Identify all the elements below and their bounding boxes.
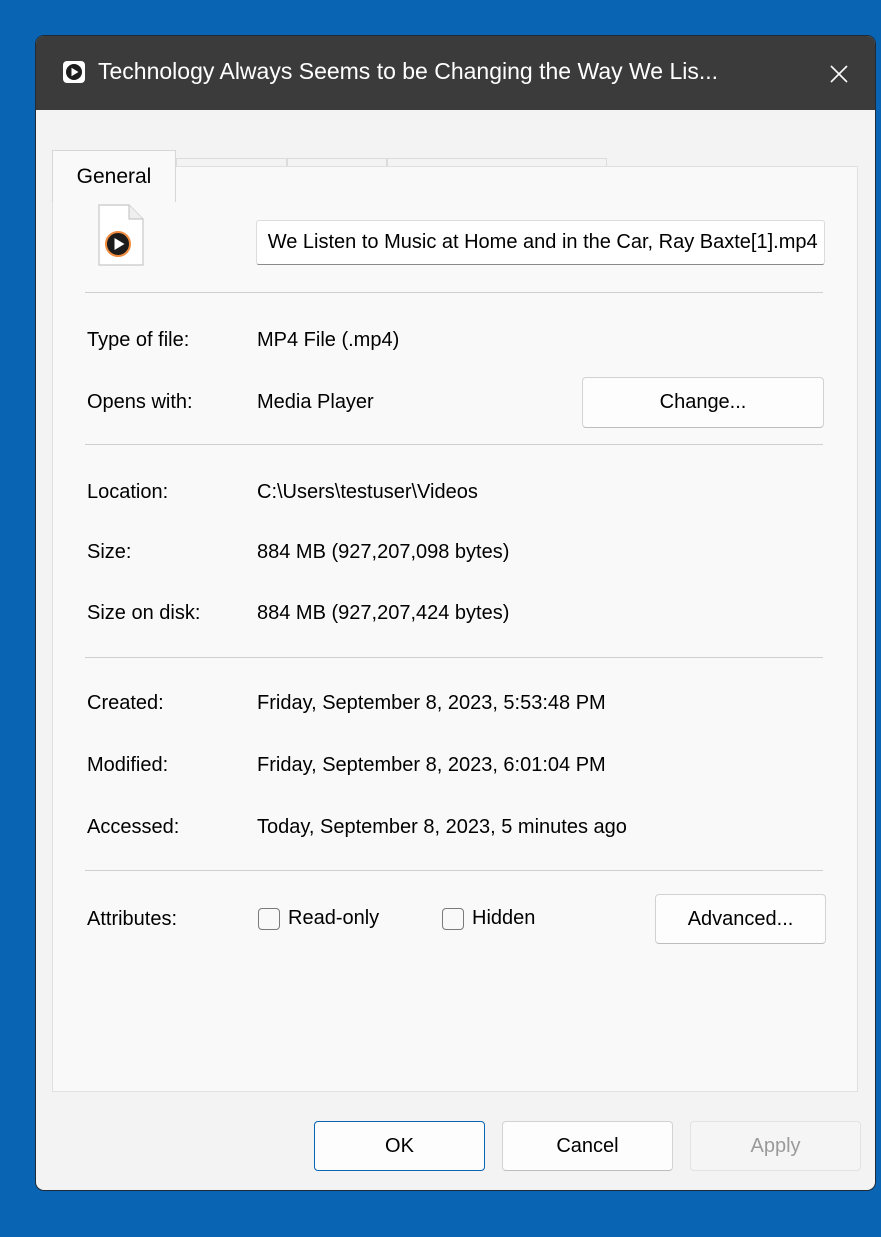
- general-panel: Type of file: MP4 File (.mp4) Opens with…: [52, 166, 858, 1092]
- accessed-label: Accessed:: [87, 816, 180, 838]
- modified-label: Modified:: [87, 754, 169, 776]
- location-label: Location:: [87, 481, 169, 503]
- advanced-button[interactable]: Advanced...: [655, 894, 826, 944]
- separator: [85, 657, 823, 658]
- title-bar[interactable]: Technology Always Seems to be Changing t…: [36, 36, 875, 110]
- created-label: Created:: [87, 692, 164, 714]
- size-label: Size:: [87, 541, 132, 563]
- modified-value: Friday, September 8, 2023, 6:01:04 PM: [257, 754, 606, 776]
- type-of-file-label: Type of file:: [87, 329, 190, 351]
- file-name-input[interactable]: [256, 220, 825, 265]
- close-button[interactable]: [817, 52, 861, 96]
- window-title: Technology Always Seems to be Changing t…: [98, 58, 719, 84]
- opens-with-label: Opens with:: [87, 391, 193, 413]
- size-on-disk-label: Size on disk:: [87, 602, 201, 624]
- properties-dialog: Technology Always Seems to be Changing t…: [36, 36, 875, 1190]
- separator: [85, 292, 823, 293]
- ok-button[interactable]: OK: [314, 1121, 485, 1171]
- cancel-button[interactable]: Cancel: [502, 1121, 673, 1171]
- close-icon: [830, 65, 848, 83]
- separator: [85, 444, 823, 445]
- separator: [85, 870, 823, 871]
- created-value: Friday, September 8, 2023, 5:53:48 PM: [257, 692, 606, 714]
- hidden-label: Hidden: [472, 907, 536, 929]
- mp4-file-icon: [98, 204, 144, 266]
- type-of-file-value: MP4 File (.mp4): [257, 329, 400, 351]
- tab-general[interactable]: General: [52, 150, 176, 202]
- accessed-value: Today, September 8, 2023, 5 minutes ago: [257, 816, 627, 838]
- apply-button[interactable]: Apply: [690, 1121, 861, 1171]
- hidden-checkbox[interactable]: Hidden: [442, 907, 535, 930]
- read-only-checkbox-box[interactable]: [258, 907, 280, 930]
- size-on-disk-value: 884 MB (927,207,424 bytes): [257, 602, 510, 624]
- opens-with-value: Media Player: [257, 391, 374, 413]
- change-button[interactable]: Change...: [582, 377, 824, 428]
- attributes-label: Attributes:: [87, 908, 178, 930]
- read-only-checkbox[interactable]: Read-only: [258, 907, 379, 930]
- size-value: 884 MB (927,207,098 bytes): [257, 541, 510, 563]
- location-value: C:\Users\testuser\Videos: [257, 481, 478, 503]
- hidden-checkbox-box[interactable]: [442, 907, 464, 930]
- read-only-label: Read-only: [288, 907, 380, 929]
- media-file-icon: [63, 61, 85, 83]
